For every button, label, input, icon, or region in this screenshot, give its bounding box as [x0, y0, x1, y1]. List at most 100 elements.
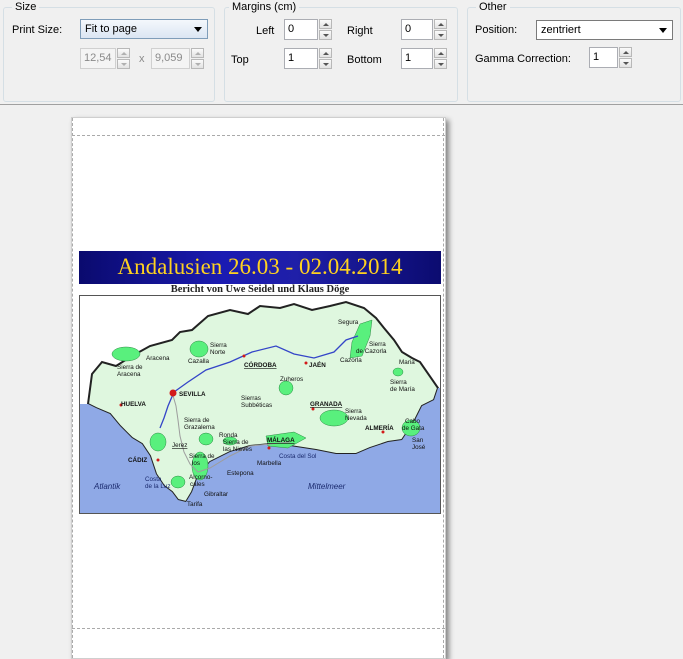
width-up-icon[interactable] — [117, 48, 130, 58]
times-sign: x — [139, 53, 145, 65]
left-up-icon[interactable] — [319, 19, 332, 29]
top-margin-field[interactable]: 1 — [284, 48, 318, 69]
height-spinbox[interactable]: 9,059 — [151, 48, 204, 69]
label-alcornocales-4: cales — [190, 481, 205, 488]
label-gibraltar: Gibraltar — [204, 491, 228, 498]
print-size-label: Print Size: — [12, 24, 63, 36]
label-costa-de-la-luz-1: Costa — [145, 476, 162, 483]
bottom-up-icon[interactable] — [434, 48, 447, 58]
label-atlantik: Atlantik — [93, 482, 121, 491]
gamma-correction-label: Gamma Correction: — [475, 53, 571, 65]
print-settings-toolbar: Size Print Size: Fit to page 12,54 x 9,0… — [0, 0, 683, 105]
chevron-down-icon — [194, 27, 202, 32]
label-san-jose-1: San — [412, 437, 424, 444]
gamma-correction-field[interactable]: 1 — [589, 47, 618, 68]
position-value: zentriert — [541, 24, 581, 36]
gamma-correction-spinbox[interactable]: 1 — [589, 47, 632, 68]
label-almeria: ALMERÍA — [365, 423, 394, 432]
area-donana — [149, 432, 167, 452]
top-down-icon[interactable] — [319, 59, 332, 69]
gamma-up-icon[interactable] — [619, 47, 632, 57]
label-cordoba: CÓRDOBA — [244, 360, 277, 369]
label-cazorla: Cazorla — [340, 357, 362, 364]
label-cabo-de-gata-1: Cabo — [405, 418, 421, 425]
label-aracena: Aracena — [146, 355, 170, 362]
label-alcornocales-3: Alcorno- — [189, 474, 212, 481]
other-group: Other Position: zentriert Gamma Correcti… — [467, 1, 681, 102]
gamma-down-icon[interactable] — [619, 58, 632, 68]
label-sierra-nevada-1: Sierra — [345, 408, 362, 415]
label-sierra-de-aracena-1: Sierra de — [117, 364, 143, 371]
right-margin-guide — [443, 118, 444, 658]
label-zuheros: Zuheros — [280, 376, 303, 383]
bottom-margin-spinbox[interactable]: 1 — [401, 48, 447, 69]
label-sierra-de-maria-2: de María — [390, 386, 415, 393]
area-sierra-norte — [189, 340, 209, 358]
label-mittelmeer: Mittelmeer — [308, 482, 346, 491]
label-alcornocales-1: Sierra de — [189, 453, 215, 460]
size-group: Size Print Size: Fit to page 12,54 x 9,0… — [3, 1, 215, 102]
bottom-margin-field[interactable]: 1 — [401, 48, 433, 69]
left-margin-field[interactable]: 0 — [284, 19, 318, 40]
label-tarifa: Tarifa — [187, 501, 203, 508]
area-grazalema — [198, 432, 214, 446]
cadiz-dot — [156, 458, 160, 462]
left-margin-label: Left — [256, 25, 275, 37]
andalusia-map: Segura Sierra Norte Aracena Sierra de Ar… — [79, 295, 441, 514]
height-field[interactable]: 9,059 — [151, 48, 190, 69]
label-sierra-de-grazalema-1: Sierra de — [184, 417, 210, 424]
height-up-icon[interactable] — [191, 48, 204, 58]
size-group-title: Size — [12, 1, 40, 14]
right-margin-field[interactable]: 0 — [401, 19, 433, 40]
label-cabo-de-gata-2: de Gata — [402, 425, 425, 432]
right-down-icon[interactable] — [434, 30, 447, 40]
label-sevilla: SEVILLA — [179, 391, 206, 398]
label-estepona: Estepona — [227, 470, 254, 477]
position-dropdown[interactable]: zentriert — [536, 20, 673, 40]
width-spinbox[interactable]: 12,54 — [80, 48, 130, 69]
label-malaga: MÁLAGA — [267, 435, 295, 444]
right-margin-spinbox[interactable]: 0 — [401, 19, 447, 40]
chevron-down-icon — [659, 28, 667, 33]
malaga-dot — [267, 446, 271, 450]
top-up-icon[interactable] — [319, 48, 332, 58]
print-size-dropdown[interactable]: Fit to page — [80, 19, 208, 39]
margins-group-title: Margins (cm) — [229, 1, 300, 14]
area-aracena — [111, 346, 141, 362]
bottom-down-icon[interactable] — [434, 59, 447, 69]
area-nevada — [319, 409, 349, 427]
height-down-icon[interactable] — [191, 59, 204, 69]
label-sierra-de-grazalema-2: Grazalema — [184, 424, 215, 431]
other-group-title: Other — [476, 1, 510, 14]
preview-image-banner: Andalusien 26.03 - 02.04.2014 — [79, 251, 441, 284]
right-up-icon[interactable] — [434, 19, 447, 29]
label-huelva: HUELVA — [121, 401, 146, 408]
left-margin-spinbox[interactable]: 0 — [284, 19, 332, 40]
label-granada: GRANADA — [310, 401, 343, 408]
label-sierra-cazorla-1: Sierra — [369, 341, 386, 348]
print-preview-area: Andalusien 26.03 - 02.04.2014 Bericht vo… — [0, 105, 683, 659]
label-sierra-de-las-nieves-1: Sierra de — [223, 439, 249, 446]
top-margin-guide — [72, 135, 445, 136]
width-field[interactable]: 12,54 — [80, 48, 116, 69]
left-down-icon[interactable] — [319, 30, 332, 40]
label-costa-de-la-luz-2: de la Luz — [145, 483, 171, 490]
label-sierra-de-maria-1: Sierra — [390, 379, 407, 386]
position-label: Position: — [475, 24, 518, 36]
cordoba-dot — [242, 354, 246, 358]
label-alcornocales-2: los — [192, 460, 200, 467]
width-down-icon[interactable] — [117, 59, 130, 69]
label-ronda: Ronda — [219, 432, 238, 439]
label-segura: Segura — [338, 319, 359, 326]
label-cadiz: CÁDIZ — [128, 455, 147, 464]
label-cazalla: Cazalla — [188, 358, 209, 365]
label-sierra-de-las-nieves-2: las Nieves — [223, 446, 252, 453]
banner-title: Andalusien 26.03 - 02.04.2014 — [117, 254, 403, 279]
label-sierra-cazorla-2: de Cazorla — [356, 348, 387, 355]
top-margin-spinbox[interactable]: 1 — [284, 48, 332, 69]
area-maria — [392, 367, 404, 377]
label-maria: Maria — [399, 359, 415, 366]
label-sierra-de-aracena-2: Aracena — [117, 371, 141, 378]
top-margin-label: Top — [231, 54, 249, 66]
area-luz — [170, 475, 186, 489]
